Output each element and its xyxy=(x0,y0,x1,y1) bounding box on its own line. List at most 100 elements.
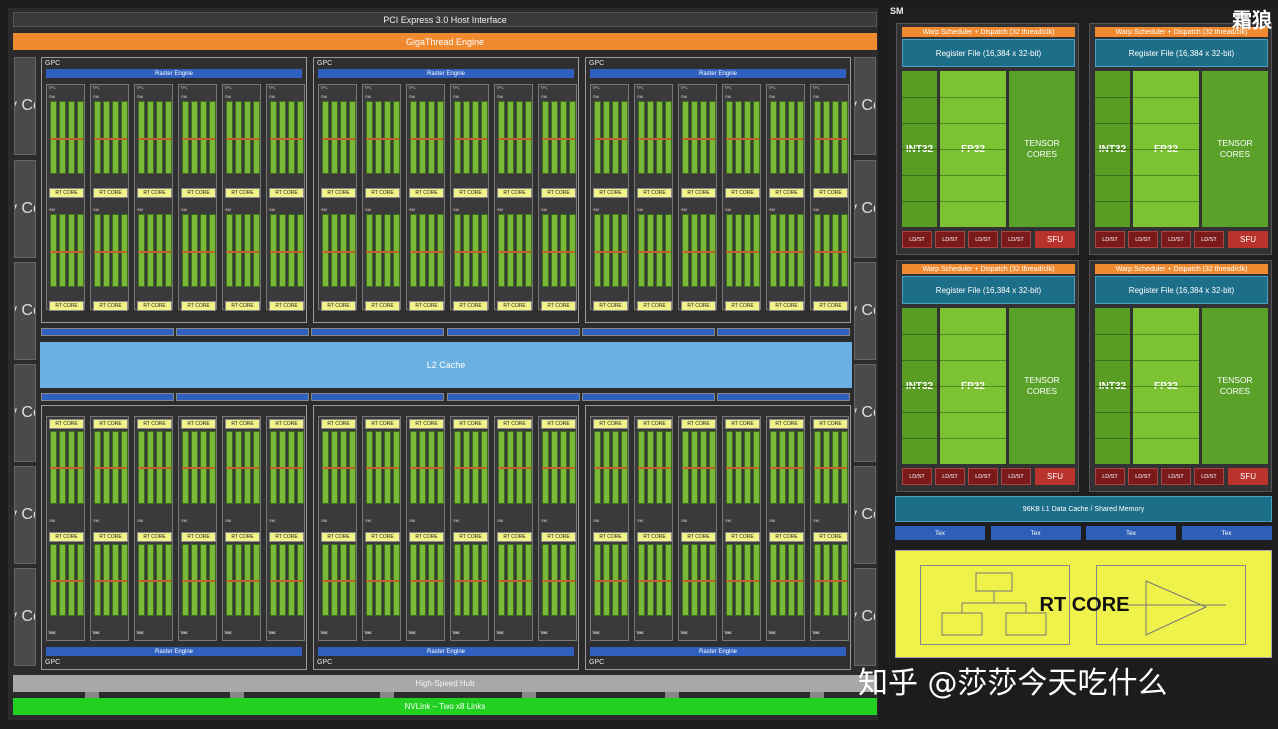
rt-core-label: RT CORE xyxy=(547,303,570,309)
sm-label: SM xyxy=(365,207,371,212)
rt-core-unit: RT CORE xyxy=(813,188,848,198)
tpc: TPC SM RT CORE SM RT CORE xyxy=(634,84,673,311)
rt-core-label: RT CORE xyxy=(599,303,622,309)
sm-label: SM xyxy=(321,207,327,212)
rt-core-label: RT CORE xyxy=(459,421,482,427)
rt-core-label: RT CORE xyxy=(327,533,350,540)
rt-core-label: RT CORE xyxy=(503,303,526,309)
sm-label: SM xyxy=(181,94,187,99)
rt-core-label: RT CORE xyxy=(1039,593,1130,616)
rt-core-unit: RT CORE xyxy=(725,531,760,542)
ldst-label: LD/ST xyxy=(975,236,991,243)
rt-core-unit: RT CORE xyxy=(365,188,400,198)
gpc-title: GPC xyxy=(589,659,605,666)
tpc: TPC SM RT CORE SM RT CORE xyxy=(266,84,305,311)
int32-grid-line xyxy=(1095,334,1130,335)
ldst-label: LD/ST xyxy=(942,236,958,243)
sm-label: SM xyxy=(409,630,415,635)
rt-core-unit: RT CORE xyxy=(453,531,488,542)
sm-label: SM xyxy=(813,207,819,212)
sm-label: SM xyxy=(269,517,275,523)
sm-label: SM xyxy=(225,517,231,523)
rt-core-unit: RT CORE xyxy=(453,419,488,429)
sfu-unit: SFU xyxy=(1035,468,1075,485)
tpc: TPC SM RT CORE SM RT CORE xyxy=(634,416,673,641)
tpc-label: TPC xyxy=(724,85,732,90)
sm-label: SM xyxy=(225,94,231,99)
sm-dispatch-row xyxy=(542,137,575,140)
tpc-label: TPC xyxy=(180,85,188,90)
int32-grid-line xyxy=(1095,412,1130,413)
sm-dispatch-row xyxy=(454,579,487,582)
tpc: TPC SM RT CORE SM RT CORE xyxy=(722,416,761,641)
rt-core-unit: RT CORE xyxy=(769,531,804,542)
tex-unit-1: Tex xyxy=(895,526,985,540)
rt-core-label: RT CORE xyxy=(55,533,78,540)
int32-grid-line xyxy=(902,149,937,150)
watermark-bottom: 知乎 @莎莎今天吃什么 xyxy=(858,666,1168,701)
sm-dispatch-row xyxy=(182,467,215,470)
tpc: TPC SM RT CORE SM RT CORE xyxy=(450,84,489,311)
warp-scheduler-label: Warp Scheduler + Dispatch (32 thread/clk… xyxy=(922,28,1055,36)
rt-core-unit: RT CORE xyxy=(49,531,84,542)
tex-unit-3: Tex xyxy=(1086,526,1176,540)
rt-core-label: RT CORE xyxy=(371,421,394,427)
tex-label: Tex xyxy=(1221,529,1232,537)
sm-dispatch-row xyxy=(726,137,759,140)
sm-dispatch-row xyxy=(410,467,443,470)
ldst-unit: LD/ST xyxy=(1194,468,1224,485)
fp32-grid-line xyxy=(1133,334,1199,335)
nvlink-bar: NVLink – Two x8 Links xyxy=(13,698,877,715)
rt-core-unit: RT CORE xyxy=(269,188,304,198)
gpc-title: GPC xyxy=(45,60,61,67)
tpc: TPC SM RT CORE SM RT CORE xyxy=(46,84,85,311)
register-file-label: Register File (16,384 x 32-bit) xyxy=(935,48,1042,58)
tensor-cores: TENSOR CORES xyxy=(1202,308,1268,464)
watermark-top: 霜狼 xyxy=(1232,8,1272,32)
tensor-cores: TENSOR CORES xyxy=(1009,71,1075,227)
rt-core-label: RT CORE xyxy=(231,303,254,309)
sm-label: SM xyxy=(681,517,687,523)
ldst-unit: LD/ST xyxy=(1128,231,1158,248)
warp-scheduler-label: Warp Scheduler + Dispatch (32 thread/clk… xyxy=(922,265,1055,273)
sm-label: SM xyxy=(49,207,55,212)
crossbar-top-segment-1 xyxy=(41,328,174,336)
sm-dispatch-row xyxy=(814,137,847,140)
rt-core-unit: RT CORE xyxy=(93,188,128,198)
tpc-label: TPC xyxy=(136,85,144,90)
sm-dispatch-row xyxy=(638,137,671,140)
rt-core-unit: RT CORE xyxy=(365,301,400,311)
rt-core-unit: RT CORE xyxy=(593,419,628,429)
rt-core-unit: RT CORE xyxy=(541,419,576,429)
rt-core-label: RT CORE xyxy=(327,190,350,196)
sm-label: SM xyxy=(637,207,643,212)
sm-dispatch-row xyxy=(726,467,759,470)
tex-unit-4: Tex xyxy=(1181,526,1272,540)
rt-core-label: RT CORE xyxy=(599,421,622,427)
nvlink-label: NVLink – Two x8 Links xyxy=(404,702,486,711)
tpc: TPC SM RT CORE SM RT CORE xyxy=(406,416,445,641)
memory-controller-label: Memory Controller xyxy=(15,404,35,421)
sm-dispatch-row xyxy=(366,137,399,140)
memory-controller-right-6: Memory Controller xyxy=(854,568,876,666)
rt-core-label: RT CORE xyxy=(275,303,298,309)
memory-controller-right-5: Memory Controller xyxy=(854,466,876,564)
sfu-label: SFU xyxy=(1240,235,1256,244)
warp-scheduler: Warp Scheduler + Dispatch (32 thread/clk… xyxy=(902,27,1075,37)
sm-title: SM xyxy=(890,6,904,16)
rt-core-unit: RT CORE xyxy=(93,301,128,311)
rt-core-label: RT CORE xyxy=(459,190,482,196)
sm-dispatch-row xyxy=(226,467,259,470)
raster-engine: Raster Engine xyxy=(318,69,574,78)
tpc: TPC SM RT CORE SM RT CORE xyxy=(678,416,717,641)
rt-core-unit: RT CORE xyxy=(409,419,444,429)
crossbar-top-segment-6 xyxy=(717,328,850,336)
rt-core-label: RT CORE xyxy=(187,421,210,427)
rt-core-label: RT CORE xyxy=(775,190,798,196)
sm-dispatch-row xyxy=(50,250,83,253)
sm-label: SM xyxy=(269,207,275,212)
sm-label: SM xyxy=(541,517,547,523)
rt-core-label: RT CORE xyxy=(371,533,394,540)
int32-grid-line xyxy=(1095,386,1130,387)
sm-label: SM xyxy=(365,517,371,523)
